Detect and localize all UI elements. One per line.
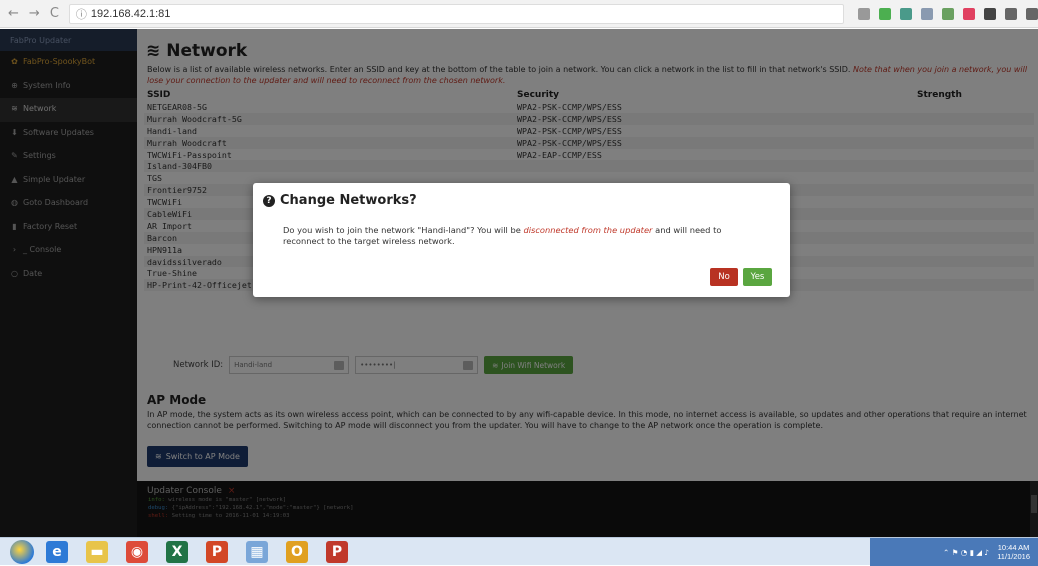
taskbar-app-glyph: ◉	[126, 540, 148, 563]
paint-icon[interactable]: ▦	[240, 540, 274, 564]
internet-explorer-icon[interactable]: e	[40, 540, 74, 564]
dialog-body: Do you wish to join the network "Handi-l…	[283, 225, 763, 247]
taskbar-app-glyph: O	[286, 540, 308, 563]
reload-icon[interactable]: C	[50, 6, 59, 21]
dialog-body-pre: Do you wish to join the network "Handi-l…	[283, 225, 524, 235]
extensions-area	[858, 7, 1038, 20]
back-icon[interactable]: ←	[8, 6, 19, 21]
file-explorer-icon[interactable]: ▬	[80, 540, 114, 564]
url-text: 192.168.42.1:81	[90, 7, 171, 20]
cast-icon[interactable]	[1005, 7, 1017, 20]
clock[interactable]: 10:44 AM 11/1/2016	[997, 543, 1030, 561]
system-tray: ⌃ ⚑ ◔ ▮ ◢ ♪ 10:44 AM 11/1/2016	[870, 538, 1038, 566]
taskbar-app-glyph: ▬	[86, 540, 108, 563]
chrome-icon[interactable]: ◉	[120, 540, 154, 564]
bookmark-star-icon[interactable]	[858, 7, 870, 20]
no-button[interactable]: No	[710, 268, 738, 286]
forward-icon[interactable]: →	[29, 6, 40, 21]
taskbar-app-glyph: P	[206, 540, 228, 563]
extension-leaf-icon[interactable]	[942, 7, 954, 20]
excel-icon[interactable]: X	[160, 540, 194, 564]
powerpoint-icon[interactable]: P	[200, 540, 234, 564]
tray-icons[interactable]: ⌃ ⚑ ◔ ▮ ◢ ♪	[943, 548, 989, 557]
extension-red-icon[interactable]	[963, 7, 975, 20]
taskbar-app-glyph: X	[166, 540, 188, 563]
dialog-title: ? Change Networks?	[263, 193, 417, 208]
nav-buttons: ← → C	[8, 6, 59, 21]
windows-taskbar: e ▬ ◉ X P ▦ O P ⌃ ⚑ ◔ ▮ ◢ ♪ 10:44 AM 11/1/2016	[0, 537, 1038, 566]
clock-date: 11/1/2016	[997, 552, 1030, 561]
taskbar-app-glyph: P	[326, 540, 348, 563]
extension-dark-icon[interactable]	[984, 7, 996, 20]
change-networks-dialog: ? Change Networks? Do you wish to join t…	[253, 183, 790, 297]
taskbar-app-glyph: ▦	[246, 540, 268, 563]
extension-teal-icon[interactable]	[900, 7, 912, 20]
info-icon[interactable]: ⓘ	[76, 6, 87, 22]
outlook-icon[interactable]: O	[280, 540, 314, 564]
question-icon: ?	[263, 194, 275, 207]
address-bar[interactable]: ⓘ 192.168.42.1:81	[68, 3, 844, 24]
dialog-title-text: Change Networks?	[280, 193, 417, 208]
start-button[interactable]	[10, 539, 34, 564]
menu-icon[interactable]	[1026, 7, 1038, 20]
browser-toolbar: ← → C ⓘ 192.168.42.1:81	[0, 0, 1038, 28]
dialog-body-warning: disconnected from the updater	[523, 225, 653, 235]
yes-button[interactable]: Yes	[743, 268, 772, 286]
clock-time: 10:44 AM	[997, 543, 1030, 552]
extension-green-icon[interactable]	[879, 7, 891, 20]
extension-grid-icon[interactable]	[921, 7, 933, 20]
taskbar-app-glyph: e	[46, 540, 68, 563]
publisher-icon[interactable]: P	[320, 540, 354, 564]
